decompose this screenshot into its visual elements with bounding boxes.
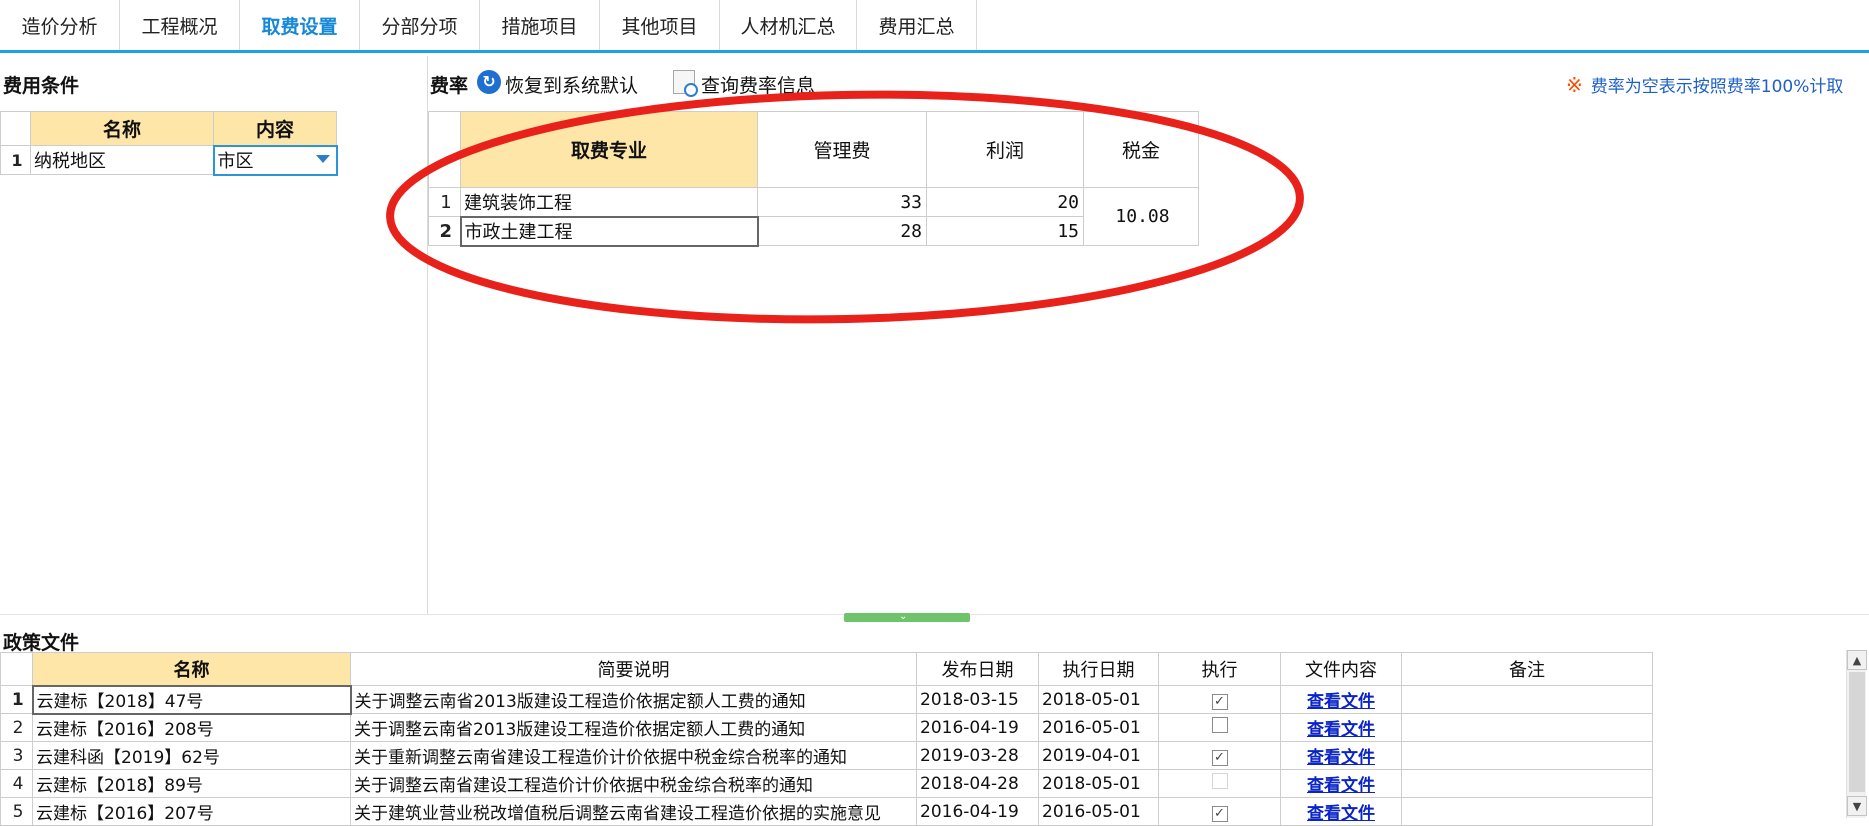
table-row[interactable]: 3 云建科函【2019】62号 关于重新调整云南省建设工程造价计价依据中税金综合税率… [0, 741, 1653, 770]
execute-checkbox[interactable] [1211, 773, 1228, 789]
tab-bar: 造价分析 工程概况 取费设置 分部分项 措施项目 其他项目 人材机汇总 费用汇总 [0, 0, 1869, 53]
note-mark-icon: ※ [1566, 73, 1583, 97]
conditions-table: 名称 内容 1 纳税地区 市区 [0, 111, 338, 176]
condition-name-cell[interactable]: 纳税地区 [30, 145, 214, 175]
effective-date-cell: 2018-05-01 [1038, 769, 1159, 798]
tab-other-items[interactable]: 其他项目 [600, 0, 720, 50]
execute-cell[interactable]: ✓ [1158, 797, 1281, 826]
col-header-effective-date[interactable]: 执行日期 [1038, 652, 1159, 686]
execute-checkbox[interactable]: ✓ [1211, 749, 1228, 766]
row-number: 3 [0, 741, 33, 770]
col-header-summary[interactable]: 简要说明 [350, 652, 917, 686]
policy-name-cell[interactable]: 云建标【2018】47号 [31, 684, 352, 715]
chevron-down-icon: ⌄ [899, 611, 908, 622]
tab-labor-material-summary[interactable]: 人材机汇总 [720, 0, 857, 50]
row-number: 5 [0, 797, 33, 826]
policy-summary-cell[interactable]: 关于调整云南省2013版建设工程造价依据定额人工费的通知 [350, 685, 917, 714]
condition-content-value: 市区 [217, 151, 254, 172]
annotation-ellipse [386, 90, 1304, 324]
policy-name-cell[interactable]: 云建科函【2019】62号 [32, 741, 351, 770]
publish-date-cell: 2018-03-15 [916, 685, 1039, 714]
splitter-handle[interactable]: ⌄ [844, 611, 970, 622]
effective-date-cell: 2016-05-01 [1038, 713, 1159, 742]
remark-cell[interactable] [1401, 685, 1653, 714]
policy-name-cell[interactable]: 云建标【2018】89号 [32, 769, 351, 798]
policy-name-cell[interactable]: 云建标【2016】207号 [32, 797, 351, 826]
row-num-header [0, 111, 31, 146]
col-header-publish-date[interactable]: 发布日期 [916, 652, 1039, 686]
publish-date-cell: 2016-04-19 [916, 713, 1039, 742]
policy-summary-cell[interactable]: 关于调整云南省2013版建设工程造价依据定额人工费的通知 [350, 713, 917, 742]
execute-cell[interactable] [1158, 769, 1281, 798]
view-file-link[interactable]: 查看文件 [1280, 741, 1402, 770]
scroll-thumb[interactable] [1849, 672, 1865, 792]
rate-note: ※ 费率为空表示按照费率100%计取 [1566, 72, 1843, 97]
view-file-link[interactable]: 查看文件 [1280, 769, 1402, 798]
execute-checkbox[interactable]: ✓ [1211, 805, 1228, 822]
publish-date-cell: 2016-04-19 [916, 797, 1039, 826]
rate-note-text: 费率为空表示按照费率100%计取 [1590, 77, 1844, 97]
row-number: 2 [0, 713, 33, 742]
execute-cell[interactable]: ✓ [1158, 741, 1281, 770]
col-header-file-content[interactable]: 文件内容 [1280, 652, 1402, 686]
remark-cell[interactable] [1401, 797, 1653, 826]
row-number: 1 [0, 145, 31, 175]
publish-date-cell: 2018-04-28 [916, 769, 1039, 798]
tab-sub-items[interactable]: 分部分项 [360, 0, 480, 50]
col-header-content[interactable]: 内容 [213, 111, 337, 146]
condition-content-dropdown[interactable]: 市区 [212, 144, 338, 176]
row-number: 1 [0, 685, 33, 714]
table-row[interactable]: 5 云建标【2016】207号 关于建筑业营业税改增值税后调整云南省建设工程造价依据… [0, 797, 1653, 826]
tab-fee-summary[interactable]: 费用汇总 [857, 0, 977, 50]
conditions-title: 费用条件 [3, 75, 80, 97]
policy-summary-cell[interactable]: 关于调整云南省建设工程造价计价依据中税金综合税率的通知 [350, 769, 917, 798]
view-file-link[interactable]: 查看文件 [1280, 713, 1402, 742]
tab-measures[interactable]: 措施项目 [480, 0, 600, 50]
vertical-scrollbar[interactable]: ▲ ▼ [1846, 650, 1867, 818]
policy-title: 政策文件 [3, 632, 80, 654]
tab-fee-settings[interactable]: 取费设置 [240, 0, 360, 50]
view-file-link[interactable]: 查看文件 [1280, 797, 1402, 826]
table-row[interactable]: 2 云建标【2016】208号 关于调整云南省2013版建设工程造价依据定额人工费的… [0, 713, 1653, 742]
effective-date-cell: 2016-05-01 [1038, 797, 1159, 826]
execute-cell[interactable] [1158, 713, 1281, 742]
view-file-link[interactable]: 查看文件 [1280, 685, 1402, 714]
remark-cell[interactable] [1401, 713, 1653, 742]
remark-cell[interactable] [1401, 741, 1653, 770]
policy-summary-cell[interactable]: 关于建筑业营业税改增值税后调整云南省建设工程造价依据的实施意见 [350, 797, 917, 826]
policy-summary-cell[interactable]: 关于重新调整云南省建设工程造价计价依据中税金综合税率的通知 [350, 741, 917, 770]
remark-cell[interactable] [1401, 769, 1653, 798]
col-header-name[interactable]: 名称 [30, 111, 214, 146]
effective-date-cell: 2018-05-01 [1038, 685, 1159, 714]
scroll-up-icon[interactable]: ▲ [1847, 650, 1867, 670]
tab-project-overview[interactable]: 工程概况 [120, 0, 240, 50]
effective-date-cell: 2019-04-01 [1038, 741, 1159, 770]
row-num-header [0, 652, 33, 686]
scroll-down-icon[interactable]: ▼ [1847, 796, 1867, 816]
tab-cost-analysis[interactable]: 造价分析 [0, 0, 120, 50]
table-row[interactable]: 1 云建标【2018】47号 关于调整云南省2013版建设工程造价依据定额人工费的通… [0, 684, 1653, 715]
table-row[interactable]: 1 纳税地区 市区 [0, 144, 338, 176]
col-header-execute[interactable]: 执行 [1158, 652, 1281, 686]
publish-date-cell: 2019-03-28 [916, 741, 1039, 770]
dropdown-arrow-icon[interactable] [315, 155, 330, 163]
execute-checkbox[interactable]: ✓ [1211, 693, 1228, 710]
policy-name-cell[interactable]: 云建标【2016】208号 [32, 713, 351, 742]
policy-table: 名称 简要说明 发布日期 执行日期 执行 文件内容 备注 1 云建标【2018】4… [0, 652, 1653, 826]
col-header-name[interactable]: 名称 [32, 652, 351, 686]
row-number: 4 [0, 769, 33, 798]
execute-cell[interactable]: ✓ [1158, 685, 1281, 714]
table-row[interactable]: 4 云建标【2018】89号 关于调整云南省建设工程造价计价依据中税金综合税率的通知… [0, 769, 1653, 798]
execute-checkbox[interactable] [1211, 717, 1228, 733]
col-header-remark[interactable]: 备注 [1401, 652, 1653, 686]
